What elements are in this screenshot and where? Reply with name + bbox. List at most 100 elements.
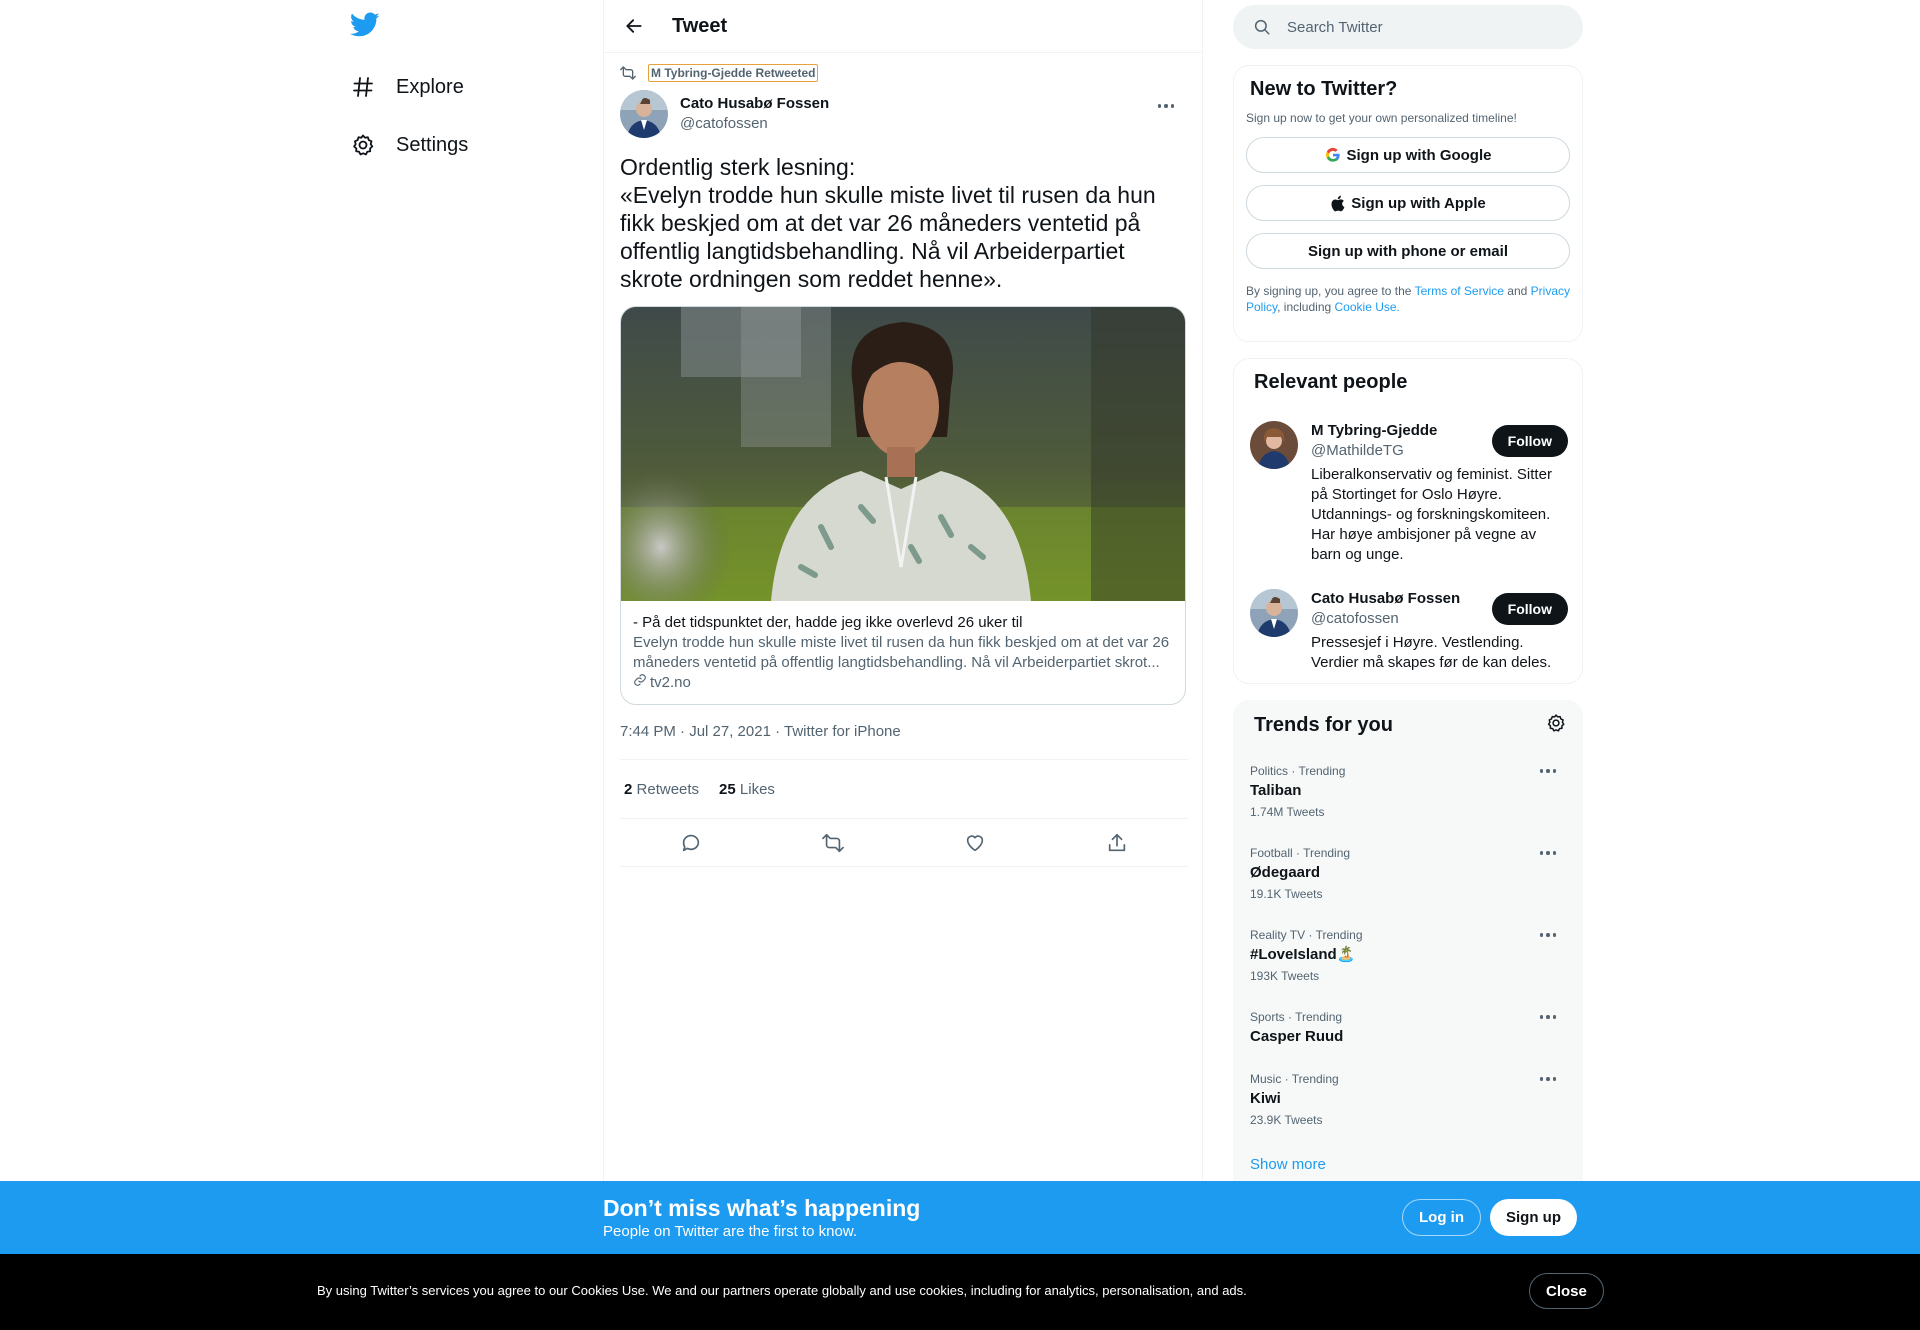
trend-count: 23.9K Tweets bbox=[1250, 1113, 1323, 1127]
retweet-context: M Tybring-Gjedde Retweeted bbox=[620, 64, 819, 82]
trend-name: Ødegaard bbox=[1250, 864, 1321, 881]
trends-title: Trends for you bbox=[1254, 714, 1393, 736]
trend-count: 19.1K Tweets bbox=[1250, 887, 1323, 901]
back-arrow-icon[interactable] bbox=[620, 12, 648, 40]
person-bio: Liberalkonservativ og feminist. Sitter p… bbox=[1311, 466, 1552, 563]
card-domain: tv2.no bbox=[650, 674, 691, 691]
apple-icon bbox=[1330, 195, 1345, 212]
twitter-bird-icon[interactable] bbox=[349, 12, 382, 42]
share-icon[interactable] bbox=[1100, 826, 1134, 860]
trend-category: Music · Trending bbox=[1250, 1072, 1339, 1086]
avatar[interactable] bbox=[620, 90, 668, 138]
follow-button[interactable]: Follow bbox=[1491, 425, 1568, 457]
terms-of-service-link[interactable]: Terms of Service bbox=[1415, 284, 1504, 298]
signup-google-label: Sign up with Google bbox=[1346, 146, 1492, 164]
link-icon bbox=[633, 673, 647, 693]
tweet-source[interactable]: Twitter for iPhone bbox=[784, 723, 901, 740]
trend-category: Sports · Trending bbox=[1250, 1010, 1343, 1024]
trend-item[interactable]: Reality TV · Trending #LoveIsland🏝️ 193K… bbox=[1250, 927, 1568, 984]
search-input[interactable] bbox=[1287, 18, 1547, 36]
new-to-twitter-panel: New to Twitter? Sign up now to get your … bbox=[1233, 65, 1583, 342]
follow-button[interactable]: Follow bbox=[1491, 593, 1568, 625]
avatar[interactable] bbox=[1250, 589, 1298, 637]
search-bar[interactable] bbox=[1233, 5, 1583, 49]
trend-name: #LoveIsland🏝️ bbox=[1250, 946, 1356, 963]
trend-count: 1.74M Tweets bbox=[1250, 805, 1325, 819]
new-to-twitter-title: New to Twitter? bbox=[1250, 78, 1398, 100]
relevant-people-title: Relevant people bbox=[1254, 371, 1408, 393]
tweet-actions bbox=[620, 819, 1188, 867]
trend-item[interactable]: Football · Trending Ødegaard 19.1K Tweet… bbox=[1250, 845, 1568, 902]
banner-subtitle: People on Twitter are the first to know. bbox=[603, 1223, 858, 1240]
tweet-text: Ordentlig sterk lesning: «Evelyn trodde … bbox=[620, 154, 1156, 292]
cookie-text: By using Twitter’s services you agree to… bbox=[317, 1283, 1247, 1298]
likes-stat[interactable]: 25 Likes bbox=[719, 781, 775, 798]
trend-item[interactable]: Politics · Trending Taliban 1.74M Tweets bbox=[1250, 763, 1568, 820]
trend-item[interactable]: Music · Trending Kiwi 23.9K Tweets bbox=[1250, 1071, 1568, 1128]
retweets-label: Retweets bbox=[636, 780, 700, 798]
nav-settings[interactable]: Settings bbox=[350, 125, 468, 165]
cookie-use-link[interactable]: Cookie Use. bbox=[1335, 300, 1400, 314]
signup-google-button[interactable]: Sign up with Google bbox=[1246, 137, 1570, 173]
login-button[interactable]: Log in bbox=[1402, 1199, 1481, 1236]
nav-explore[interactable]: Explore bbox=[350, 67, 464, 107]
trend-name: Casper Ruud bbox=[1250, 1028, 1344, 1045]
card-description: Evelyn trodde hun skulle miste livet til… bbox=[633, 634, 1170, 671]
signup-phone-email-button[interactable]: Sign up with phone or email bbox=[1246, 233, 1570, 269]
tweet-meta: 7:44 PM · Jul 27, 2021 · Twitter for iPh… bbox=[620, 723, 901, 740]
legal-including: , including bbox=[1277, 300, 1332, 314]
more-options-icon[interactable] bbox=[1536, 765, 1561, 777]
signup-apple-button[interactable]: Sign up with Apple bbox=[1246, 185, 1570, 221]
reply-icon[interactable] bbox=[674, 826, 708, 860]
more-options-icon[interactable] bbox=[1536, 847, 1561, 859]
show-more-link[interactable]: Show more bbox=[1250, 1156, 1326, 1173]
trend-count: 193K Tweets bbox=[1250, 969, 1320, 983]
retweets-stat[interactable]: 2 Retweets bbox=[624, 781, 699, 798]
tweet-stats: 2 Retweets 25 Likes bbox=[620, 759, 1188, 819]
author-name[interactable]: Cato Husabø Fossen bbox=[680, 94, 829, 114]
card-title: - På det tidspunktet der, hadde jeg ikke… bbox=[633, 614, 1023, 631]
more-options-icon[interactable] bbox=[1536, 1011, 1561, 1023]
more-options-icon[interactable] bbox=[1536, 929, 1561, 941]
cookie-close-button[interactable]: Close bbox=[1529, 1273, 1604, 1309]
meta-separator: · bbox=[775, 723, 785, 740]
likes-count: 25 bbox=[719, 780, 736, 798]
tweet-time[interactable]: 7:44 PM · Jul 27, 2021 bbox=[620, 723, 771, 740]
trend-name: Taliban bbox=[1250, 782, 1302, 799]
trends-panel: Trends for you Politics · Trending Talib… bbox=[1233, 700, 1583, 1200]
author-handle[interactable]: @catofossen bbox=[680, 114, 829, 134]
trend-category: Politics · Trending bbox=[1250, 764, 1346, 778]
likes-label: Likes bbox=[739, 780, 775, 798]
person-bio: Pressesjef i Høyre. Vestlending. Verdier… bbox=[1311, 634, 1552, 671]
banner-title: Don’t miss what’s happening bbox=[603, 1195, 921, 1221]
retweeted-by-link[interactable]: M Tybring-Gjedde Retweeted bbox=[648, 64, 819, 82]
more-options-icon[interactable] bbox=[1536, 1073, 1561, 1085]
legal-prefix: By signing up, you agree to the bbox=[1246, 284, 1412, 298]
trend-category: Reality TV · Trending bbox=[1250, 928, 1363, 942]
search-icon bbox=[1253, 17, 1273, 37]
retweet-icon bbox=[620, 65, 638, 81]
link-card[interactable]: - På det tidspunktet der, hadde jeg ikke… bbox=[620, 306, 1186, 705]
tweet-author: Cato Husabø Fossen @catofossen bbox=[620, 90, 1188, 138]
gear-icon bbox=[350, 132, 376, 158]
hashtag-icon bbox=[350, 74, 376, 100]
signup-legal-text: By signing up, you agree to the Terms of… bbox=[1246, 283, 1570, 315]
trend-name: Kiwi bbox=[1250, 1090, 1281, 1107]
retweet-action-icon[interactable] bbox=[816, 826, 850, 860]
gear-icon[interactable] bbox=[1546, 713, 1566, 738]
page-title: Tweet bbox=[672, 14, 728, 37]
trend-item[interactable]: Sports · Trending Casper Ruud bbox=[1250, 1009, 1568, 1047]
more-options-icon[interactable] bbox=[1152, 98, 1181, 114]
like-heart-icon[interactable] bbox=[958, 826, 992, 860]
trend-category: Football · Trending bbox=[1250, 846, 1351, 860]
new-to-twitter-subtitle: Sign up now to get your own personalized… bbox=[1246, 111, 1517, 125]
retweets-count: 2 bbox=[624, 780, 633, 798]
nav-settings-label: Settings bbox=[396, 133, 469, 156]
page-header: Tweet bbox=[604, 0, 1202, 53]
signup-button[interactable]: Sign up bbox=[1490, 1199, 1577, 1236]
cookie-banner: By using Twitter’s services you agree to… bbox=[0, 1254, 1920, 1330]
nav-explore-label: Explore bbox=[396, 75, 464, 98]
avatar[interactable] bbox=[1250, 421, 1298, 469]
signup-phone-email-label: Sign up with phone or email bbox=[1307, 242, 1508, 260]
card-image bbox=[621, 307, 1185, 601]
